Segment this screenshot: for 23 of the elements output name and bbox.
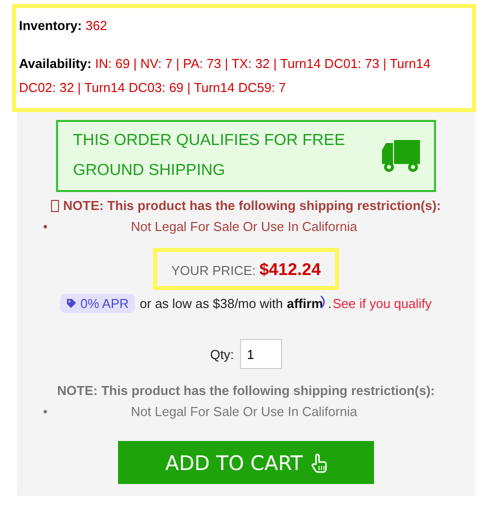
period-text: . [328, 296, 332, 311]
add-to-cart-button[interactable]: ADD TO CART [118, 441, 374, 484]
shipping-note: NOTE: This product has the following shipping restriction(s): [63, 198, 441, 213]
bullet: • [43, 404, 49, 419]
affirm-logo: affirm [286, 296, 323, 311]
tag-icon [66, 298, 78, 309]
qty-field[interactable]: 1 [240, 339, 282, 369]
restriction-item: Not Legal For Sale Or Use In California [130, 404, 358, 419]
qualify-link[interactable]: See if you qualify [332, 296, 432, 311]
shipping-note: NOTE: This product has the following shipping restriction(s): [57, 383, 435, 398]
missing-glyph-icon [51, 200, 60, 212]
financing-text: or as low as $38/mo with [140, 296, 283, 311]
inventory-text: Inventory: 362 [19, 17, 108, 35]
truck-icon [380, 138, 422, 174]
restriction-item: Not Legal For Sale Or Use In California [130, 219, 358, 234]
price-value: $412.24 [259, 260, 321, 279]
banner-text: THIS ORDER QUALIFIES FOR FREE GROUND SHIPPING [73, 131, 346, 181]
pointer-hand-icon [310, 452, 327, 472]
price-label: YOUR PRICE: [171, 263, 256, 278]
availability-text: Availability: IN: 69 | NV: 7 | PA: 73 | TX: 32 | Turn14 DC01: 73 | Turn14 DC02: 32 | Turn14 DC03: 69 | Turn14 DC59: 7 [19, 55, 432, 97]
bullet: • [43, 219, 49, 234]
qty-label: Qty: [210, 346, 234, 362]
apr-text: 0% APR [80, 296, 129, 311]
